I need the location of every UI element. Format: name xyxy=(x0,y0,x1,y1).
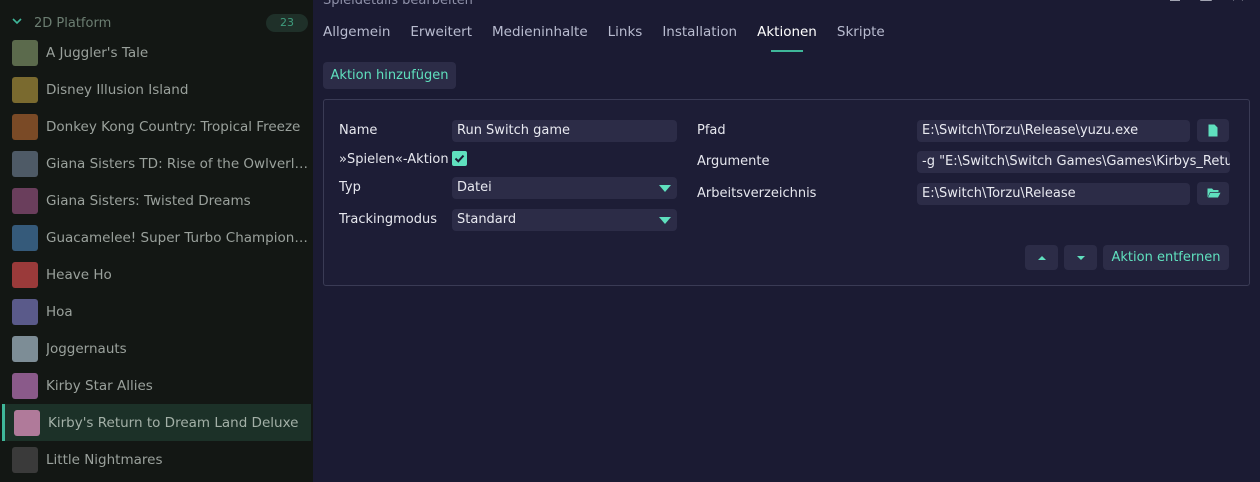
path-input[interactable]: E:\Switch\Torzu\Release\yuzu.exe xyxy=(917,120,1190,142)
arrow-up-icon xyxy=(1038,256,1046,260)
game-cover-icon xyxy=(12,261,38,288)
tracking-mode-select[interactable]: Standard xyxy=(452,209,677,231)
game-cover-icon xyxy=(12,187,38,214)
tracking-mode-label: Trackingmodus xyxy=(339,212,438,227)
game-list-item[interactable]: Giana Sisters: Twisted Dreams xyxy=(0,182,313,219)
game-list-item[interactable]: Joggernauts xyxy=(0,330,313,367)
game-cover-icon xyxy=(12,76,38,103)
remove-action-button[interactable]: Aktion entfernen xyxy=(1103,245,1229,270)
move-down-button[interactable] xyxy=(1064,245,1097,270)
game-name: Donkey Kong Country: Tropical Freeze xyxy=(46,118,301,135)
game-cover-icon xyxy=(12,39,38,66)
game-name: Giana Sisters: Twisted Dreams xyxy=(46,192,251,209)
arguments-label: Argumente xyxy=(697,154,770,169)
dropdown-arrow-icon xyxy=(659,217,671,224)
group-count-badge: 23 xyxy=(266,14,308,32)
game-name: Joggernauts xyxy=(46,340,127,357)
game-name: Disney Illusion Island xyxy=(46,81,189,98)
tab-installation[interactable]: Installation xyxy=(662,24,737,52)
group-title: 2D Platform xyxy=(34,16,112,31)
arguments-input[interactable]: -g "E:\Switch\Switch Games\Games\Kirbys_… xyxy=(917,151,1230,173)
dialog-title: Spieldetails bearbeiten xyxy=(323,0,473,8)
game-cover-icon xyxy=(12,446,38,473)
type-select-value: Datei xyxy=(457,180,492,195)
file-icon xyxy=(1208,124,1218,137)
game-cover-icon xyxy=(12,224,38,251)
game-cover-icon xyxy=(12,150,38,177)
game-list-item[interactable]: Kirby Star Allies xyxy=(0,367,313,404)
game-list: A Juggler's Tale Disney Illusion Island Do… xyxy=(0,34,313,478)
tab-links[interactable]: Links xyxy=(608,24,643,52)
game-cover-icon xyxy=(12,113,38,140)
game-list-item[interactable]: Disney Illusion Island xyxy=(0,71,313,108)
add-action-button[interactable]: Aktion hinzufügen xyxy=(323,62,456,89)
game-sidebar: 2D Platform 23 A Juggler's Tale Disney Il… xyxy=(0,0,313,482)
tab-allgemein[interactable]: Allgemein xyxy=(323,24,390,52)
play-action-label: »Spielen«-Aktion xyxy=(339,152,449,167)
game-list-item[interactable]: Heave Ho xyxy=(0,256,313,293)
close-icon[interactable] xyxy=(1231,0,1245,6)
game-details-dialog: Spieldetails bearbeiten Allgemein Erweite… xyxy=(313,0,1260,482)
tab-skripte[interactable]: Skripte xyxy=(837,24,885,52)
tab-aktionen[interactable]: Aktionen xyxy=(757,24,817,52)
game-list-item[interactable]: Kirby's Return to Dream Land Deluxe xyxy=(2,404,311,441)
game-cover-icon xyxy=(12,372,38,399)
game-cover-icon xyxy=(12,298,38,325)
tab-bar: Allgemein Erweitert Medieninhalte Links Inst… xyxy=(323,24,905,52)
browse-folder-button[interactable] xyxy=(1197,182,1229,205)
game-name: Guacamelee! Super Turbo Championship... xyxy=(46,229,311,246)
group-header-2d-platform[interactable]: 2D Platform 23 xyxy=(0,12,313,36)
game-list-item[interactable]: Little Nightmares xyxy=(0,441,313,478)
game-name: Little Nightmares xyxy=(46,451,163,468)
working-dir-input[interactable]: E:\Switch\Torzu\Release xyxy=(917,183,1190,205)
arrow-down-icon xyxy=(1077,256,1085,260)
dropdown-arrow-icon xyxy=(659,185,671,192)
game-name: Heave Ho xyxy=(46,266,112,283)
game-cover-icon xyxy=(14,409,40,436)
game-name: Giana Sisters TD: Rise of the Owlverlord xyxy=(46,155,311,172)
chevron-down-icon[interactable] xyxy=(12,16,24,28)
play-action-checkbox[interactable] xyxy=(452,151,467,166)
tab-medieninhalte[interactable]: Medieninhalte xyxy=(492,24,588,52)
working-dir-label: Arbeitsverzeichnis xyxy=(697,186,817,201)
maximize-icon[interactable] xyxy=(1199,0,1213,6)
type-select[interactable]: Datei xyxy=(452,177,677,199)
game-name: Hoa xyxy=(46,303,73,320)
game-name: Kirby Star Allies xyxy=(46,377,153,394)
path-label: Pfad xyxy=(697,123,726,138)
tracking-mode-value: Standard xyxy=(457,212,517,227)
browse-file-button[interactable] xyxy=(1197,119,1229,142)
game-list-item[interactable]: Guacamelee! Super Turbo Championship... xyxy=(0,219,313,256)
tab-erweitert[interactable]: Erweitert xyxy=(410,24,472,52)
game-list-item[interactable]: A Juggler's Tale xyxy=(0,34,313,71)
game-list-item[interactable]: Giana Sisters TD: Rise of the Owlverlord xyxy=(0,145,313,182)
name-input[interactable]: Run Switch game xyxy=(452,120,677,142)
game-list-item[interactable]: Hoa xyxy=(0,293,313,330)
game-name: A Juggler's Tale xyxy=(46,44,149,61)
move-up-button[interactable] xyxy=(1025,245,1058,270)
minimize-icon[interactable] xyxy=(1168,0,1182,6)
game-list-item[interactable]: Donkey Kong Country: Tropical Freeze xyxy=(0,108,313,145)
folder-open-icon xyxy=(1207,188,1221,198)
game-cover-icon xyxy=(12,335,38,362)
name-label: Name xyxy=(339,123,378,138)
type-label: Typ xyxy=(339,180,361,195)
checkmark-icon xyxy=(454,154,465,163)
action-panel: Name Run Switch game »Spielen«-Aktion Ty… xyxy=(323,99,1250,286)
game-name: Kirby's Return to Dream Land Deluxe xyxy=(48,414,299,431)
